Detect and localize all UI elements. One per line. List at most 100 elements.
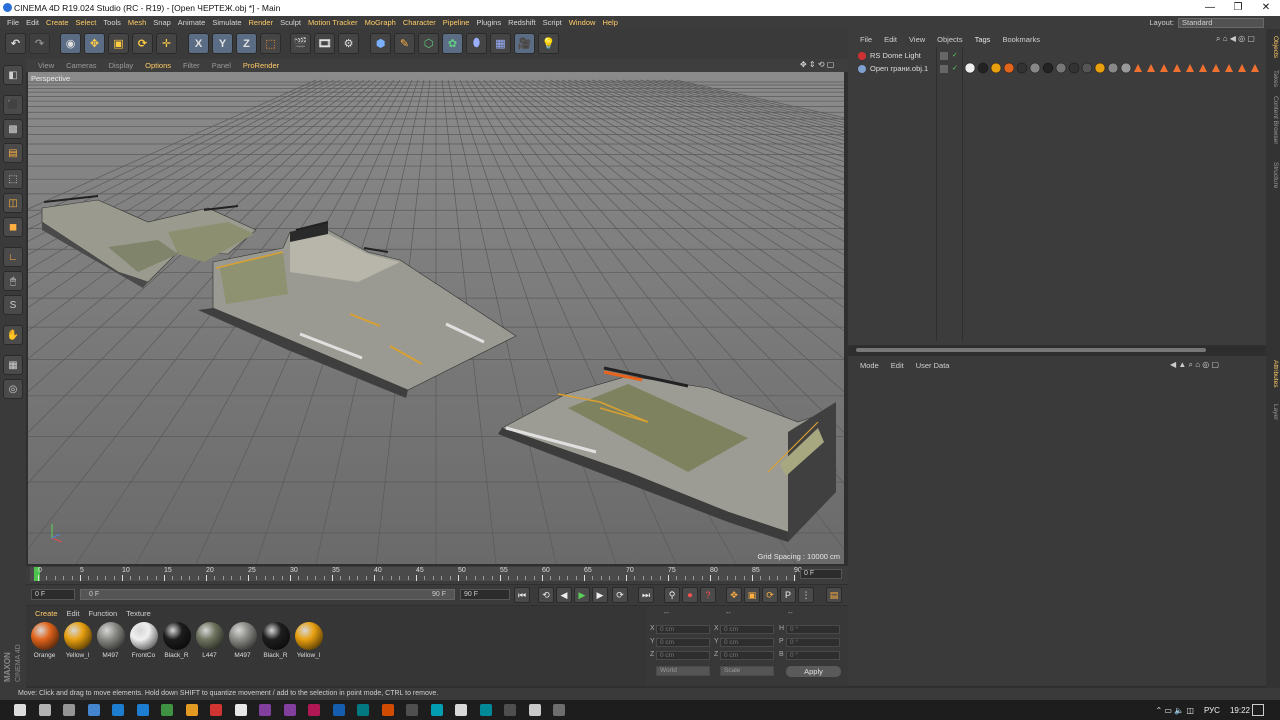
- attribute-nav-icons[interactable]: ◀ ▲ ⌕ ⌂ ◎ ▢: [1170, 360, 1219, 370]
- material-tag-icon[interactable]: [1029, 62, 1041, 74]
- object-row[interactable]: RS Dome Light ✓: [858, 51, 958, 60]
- cinema4d-icon[interactable]: [234, 704, 247, 716]
- language-indicator[interactable]: РУС: [1204, 706, 1220, 715]
- menu-select[interactable]: Select: [76, 18, 97, 27]
- material-swatch[interactable]: M497: [94, 622, 127, 662]
- y-axis-lock-button[interactable]: Y: [212, 33, 233, 54]
- recent-tool-icon[interactable]: ✛: [156, 33, 177, 54]
- scale-tool-icon[interactable]: ▣: [108, 33, 129, 54]
- material-tag-icon[interactable]: [964, 62, 976, 74]
- material-swatch[interactable]: Black_R: [259, 622, 292, 662]
- menu-redshift[interactable]: Redshift: [508, 18, 536, 27]
- key-rotation-icon[interactable]: ⟳: [762, 587, 778, 603]
- material-tag-icon[interactable]: [977, 62, 989, 74]
- menu-window[interactable]: Window: [569, 18, 596, 27]
- menu-script[interactable]: Script: [543, 18, 562, 27]
- next-key-icon[interactable]: ⟳: [612, 587, 628, 603]
- menu-render[interactable]: Render: [249, 18, 274, 27]
- app-icon[interactable]: [87, 704, 100, 716]
- material-tag-icon[interactable]: [990, 62, 1002, 74]
- perspective-viewport[interactable]: [28, 72, 844, 564]
- phong-tag-icon[interactable]: [1225, 64, 1233, 72]
- menu-help[interactable]: Help: [602, 18, 617, 27]
- right-tab-objects[interactable]: Objects: [1267, 36, 1279, 58]
- scroll-thumb[interactable]: [856, 348, 1206, 352]
- phong-tag-icon[interactable]: [1251, 64, 1259, 72]
- chrome-icon[interactable]: [210, 704, 222, 716]
- snap-icon[interactable]: S: [3, 295, 23, 315]
- size-field[interactable]: 0 cm: [720, 625, 774, 634]
- menu-mograph[interactable]: MoGraph: [365, 18, 396, 27]
- world-dropdown[interactable]: World: [656, 666, 710, 676]
- texture-mode-icon[interactable]: ▩: [3, 119, 23, 139]
- menu-file[interactable]: File: [7, 18, 19, 27]
- apply-button[interactable]: Apply: [786, 666, 841, 677]
- notifications-icon[interactable]: [1252, 704, 1264, 716]
- camera-icon[interactable]: 🎥: [514, 33, 535, 54]
- app-icon[interactable]: [430, 704, 443, 716]
- menu-motion-tracker[interactable]: Motion Tracker: [308, 18, 358, 27]
- utorrent-icon[interactable]: [161, 704, 173, 716]
- object-menu-file[interactable]: File: [860, 35, 872, 44]
- key-scale-icon[interactable]: ▣: [744, 587, 760, 603]
- visibility-toggle-icon[interactable]: [940, 65, 948, 73]
- play-icon[interactable]: ▶: [574, 587, 590, 603]
- material-swatch[interactable]: M497: [226, 622, 259, 662]
- pen-spline-icon[interactable]: ✎: [394, 33, 415, 54]
- subdivision-icon[interactable]: ⬡: [418, 33, 439, 54]
- phong-tag-icon[interactable]: [1212, 64, 1220, 72]
- live-selection-icon[interactable]: ◉: [60, 33, 81, 54]
- go-to-start-icon[interactable]: ⏮: [514, 587, 530, 603]
- undo-button[interactable]: ↶: [5, 33, 26, 54]
- object-manager-scrollbar[interactable]: [850, 347, 1264, 353]
- material-swatch[interactable]: L447: [193, 622, 226, 662]
- model-mode-icon[interactable]: ⬛: [3, 95, 23, 115]
- illustrator-icon[interactable]: [381, 704, 394, 716]
- x-axis-lock-button[interactable]: X: [188, 33, 209, 54]
- menu-tools[interactable]: Tools: [103, 18, 121, 27]
- record-keys-icon[interactable]: ⚲: [664, 587, 680, 603]
- material-swatch[interactable]: Yellow_l: [61, 622, 94, 662]
- attribute-menu-edit[interactable]: Edit: [891, 361, 904, 370]
- after-effects-icon[interactable]: [283, 704, 296, 716]
- go-to-end-icon[interactable]: ⏭: [638, 587, 654, 603]
- material-menu-edit[interactable]: Edit: [67, 609, 80, 618]
- tweak-mode-icon[interactable]: 🖱: [3, 271, 23, 291]
- object-manager-icons[interactable]: ⌕ ⌂ ◀ ◎ ▢: [1216, 34, 1255, 44]
- right-tab-layer[interactable]: Layer: [1267, 404, 1279, 420]
- axis-mode-icon[interactable]: ∟: [3, 247, 23, 267]
- material-menu-function[interactable]: Function: [88, 609, 117, 618]
- end-frame-field[interactable]: 90 F: [460, 589, 510, 600]
- material-tag-icon[interactable]: [1042, 62, 1054, 74]
- viewport-menu-prorender[interactable]: ProRender: [243, 61, 279, 70]
- material-swatch[interactable]: FrontCo: [127, 622, 160, 662]
- layout-selector[interactable]: Layout: Standard: [1149, 16, 1264, 29]
- premiere-icon[interactable]: [259, 704, 271, 716]
- position-field[interactable]: 0 cm: [656, 638, 710, 647]
- cube-primitive-icon[interactable]: ⬢: [370, 33, 391, 54]
- menu-pipeline[interactable]: Pipeline: [443, 18, 470, 27]
- phong-tag-icon[interactable]: [1238, 64, 1246, 72]
- menu-character[interactable]: Character: [403, 18, 436, 27]
- menu-mesh[interactable]: Mesh: [128, 18, 146, 27]
- enabled-check-icon[interactable]: ✓: [952, 51, 958, 59]
- viewport-nav-icons[interactable]: ✥ ⇕ ⟲ ▢: [800, 60, 834, 69]
- telegram-icon[interactable]: [136, 704, 149, 716]
- cloner-icon[interactable]: ✿: [442, 33, 463, 54]
- size-field[interactable]: 0 cm: [720, 638, 774, 647]
- app-icon[interactable]: [406, 704, 418, 716]
- position-field[interactable]: 0 cm: [656, 651, 710, 660]
- material-menu-create[interactable]: Create: [35, 609, 58, 618]
- magnet-icon[interactable]: ✋: [3, 325, 23, 345]
- floor-icon[interactable]: ▦: [490, 33, 511, 54]
- phong-tag-icon[interactable]: [1173, 64, 1181, 72]
- right-tab-content-browser[interactable]: Content Browser: [1267, 96, 1279, 144]
- deformer-icon[interactable]: ⬮: [466, 33, 487, 54]
- timeline-ruler[interactable]: 0 5 10 15 20 25 30 35 40 45 50 55 60 65 70 75 80 85 90: [30, 567, 802, 581]
- material-tag-icon[interactable]: [1094, 62, 1106, 74]
- phong-tag-icon[interactable]: [1147, 64, 1155, 72]
- right-tab-attributes[interactable]: Attributes: [1267, 360, 1279, 387]
- solo-mode-icon[interactable]: ◎: [3, 379, 23, 399]
- app-icon[interactable]: [479, 704, 492, 716]
- material-tag-icon[interactable]: [1055, 62, 1067, 74]
